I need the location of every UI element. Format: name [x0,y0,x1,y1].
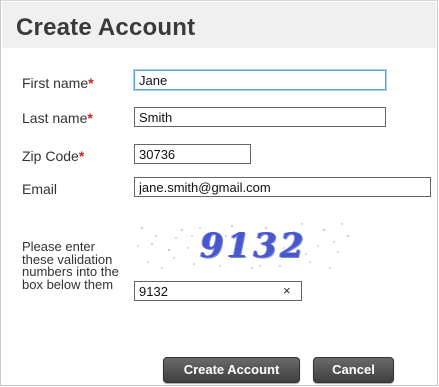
captcha-input[interactable] [134,281,302,301]
first-name-input[interactable] [134,70,386,90]
email-input[interactable] [134,177,431,197]
email-label-text: Email [22,181,58,197]
zip-code-label-text: Zip Code [22,148,79,164]
first-name-label-text: First name [22,75,89,91]
zip-code-input[interactable] [134,144,251,164]
page-title: Create Account [16,14,196,41]
create-account-button[interactable]: Create Account [163,357,300,383]
cancel-button[interactable]: Cancel [313,357,394,383]
required-marker: * [87,110,93,126]
captcha-image: 9132 [134,222,354,272]
last-name-label-text: Last name [22,110,88,126]
required-marker: * [78,148,85,164]
email-label: Email [22,182,57,197]
last-name-input[interactable] [134,107,386,127]
last-name-label: Last name* [22,111,93,126]
captcha-instructions: Please enter these validation numbers in… [22,239,119,292]
zip-code-label: Zip Code* [22,149,84,164]
required-marker: * [88,75,94,91]
first-name-label: First name* [22,76,94,91]
captcha-text: 9132 [200,226,307,266]
clear-icon[interactable]: × [283,284,291,297]
